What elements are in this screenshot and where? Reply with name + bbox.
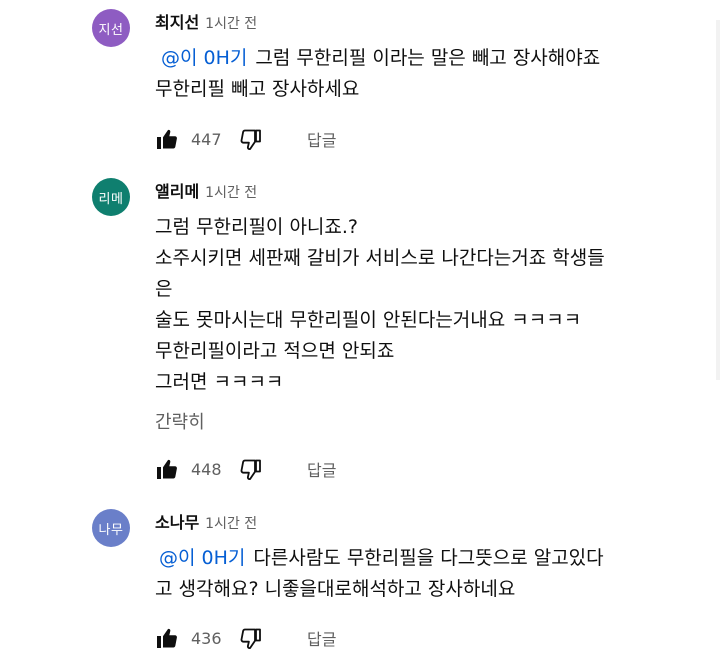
comment-line: 소주시키면 세판째 갈비가 서비스로 나간다는거죠 학생들	[155, 247, 605, 269]
comment-header: 앨리메 1시간 전	[155, 180, 257, 204]
like-count: 436	[191, 628, 222, 648]
thumbs-up-icon[interactable]	[155, 626, 179, 650]
comment-actions: 447 답글	[155, 127, 336, 151]
comment-line: 은	[155, 278, 173, 300]
comment-line-text: 다른사람도 무한리필을 다그뜻으로 알고있다	[253, 547, 604, 569]
author-name[interactable]: 최지선	[155, 13, 199, 32]
avatar[interactable]: 나무	[92, 509, 130, 547]
comment-time[interactable]: 1시간 전	[205, 516, 257, 532]
thumbs-up-icon[interactable]	[155, 127, 179, 151]
comment-header: 최지선 1시간 전	[155, 11, 257, 35]
comment-line: 그러면 ㅋㅋㅋㅋ	[155, 371, 284, 393]
comment-header: 소나무 1시간 전	[155, 511, 257, 535]
comment-actions: 436 답글	[155, 626, 336, 650]
reply-button[interactable]: 답글	[307, 457, 336, 481]
comment-time[interactable]: 1시간 전	[205, 16, 257, 32]
comment-text: 그럼 무한리필이 아니죠.? 소주시키면 세판째 갈비가 서비스로 나간다는거죠…	[155, 212, 700, 398]
comment-text: @이 0H기 그럼 무한리필 이라는 말은 빼고 장사해야죠 무한리필 빼고 장사…	[155, 43, 700, 105]
mention-link[interactable]: @이 0H기	[159, 547, 245, 569]
thumbs-down-icon[interactable]	[239, 626, 263, 650]
avatar-initials: 리메	[98, 191, 124, 207]
comment-line-text: 그럼 무한리필 이라는 말은 빼고 장사해야죠	[255, 47, 601, 69]
avatar-initials: 나무	[98, 522, 124, 538]
comment-line: @이 0H기 다른사람도 무한리필을 다그뜻으로 알고있다	[155, 543, 700, 574]
mention-link[interactable]: @이 0H기	[161, 47, 247, 69]
comment-line: 무한리필이라고 적으면 안되죠	[155, 340, 395, 362]
author-name[interactable]: 앨리메	[155, 182, 199, 201]
comment-text: @이 0H기 다른사람도 무한리필을 다그뜻으로 알고있다 고 생각해요? 니좋을…	[155, 543, 700, 605]
avatar-initials: 지선	[98, 22, 124, 38]
comment-time[interactable]: 1시간 전	[205, 185, 257, 201]
like-count: 447	[191, 129, 222, 149]
comment-line: 술도 못마시는대 무한리필이 안된다는거내요 ㅋㅋㅋㅋ	[155, 309, 582, 331]
thumbs-up-icon[interactable]	[155, 457, 179, 481]
comment-line: 고 생각해요? 니좋을대로해석하고 장사하네요	[155, 578, 516, 600]
reply-button[interactable]: 답글	[307, 626, 336, 650]
comment-actions: 448 답글	[155, 457, 336, 481]
show-less-link[interactable]: 간략히	[155, 408, 205, 434]
scrollbar-track[interactable]	[716, 20, 720, 380]
thumbs-down-icon[interactable]	[239, 127, 263, 151]
comment-line: @이 0H기 그럼 무한리필 이라는 말은 빼고 장사해야죠	[155, 43, 700, 74]
reply-button[interactable]: 답글	[307, 127, 336, 151]
author-name[interactable]: 소나무	[155, 513, 199, 532]
comment-line: 무한리필 빼고 장사하세요	[155, 78, 360, 100]
like-count: 448	[191, 459, 222, 479]
thumbs-down-icon[interactable]	[239, 457, 263, 481]
avatar[interactable]: 리메	[92, 178, 130, 216]
comment-line: 그럼 무한리필이 아니죠.?	[155, 216, 359, 238]
avatar[interactable]: 지선	[92, 9, 130, 47]
